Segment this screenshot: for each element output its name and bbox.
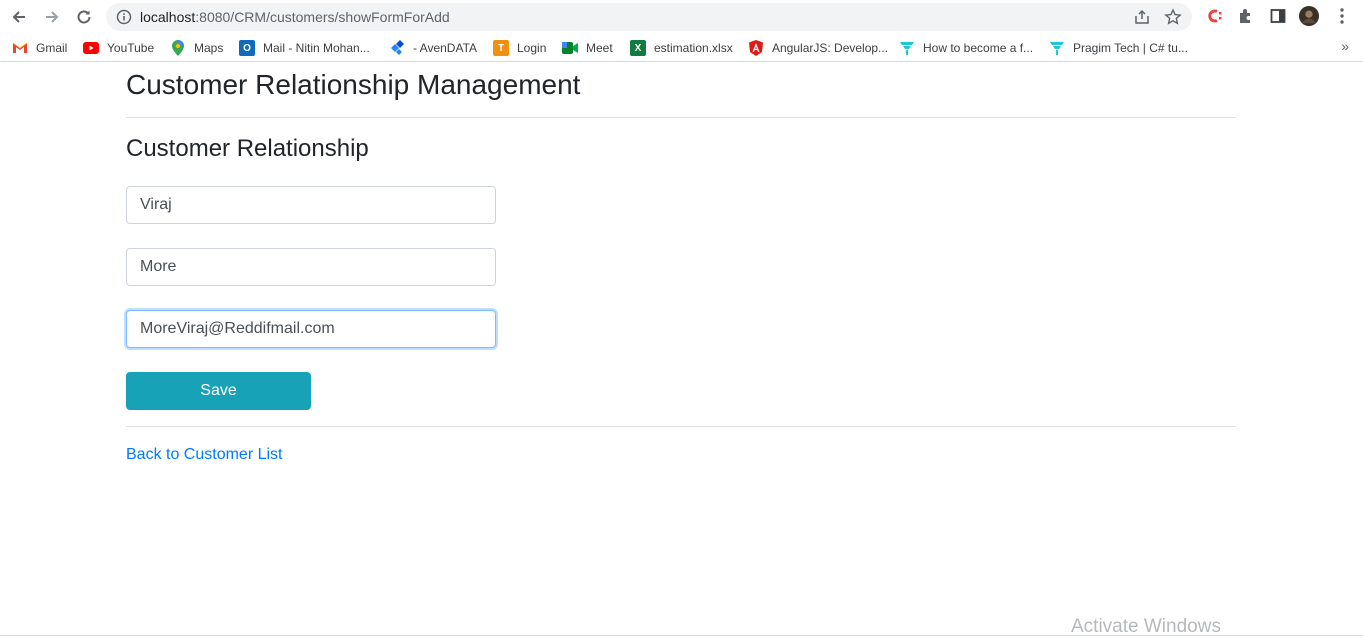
email-input[interactable]	[126, 310, 496, 348]
side-panel-icon[interactable]	[1268, 6, 1288, 26]
divider	[126, 117, 1236, 118]
bookmark-label: Pragim Tech | C# tu...	[1073, 41, 1188, 55]
url-path: :8080/CRM/customers/showFormForAdd	[195, 9, 450, 25]
bookmark-how-to-become[interactable]: How to become a f...	[899, 39, 1033, 57]
meet-icon	[562, 40, 578, 56]
bookmark-login[interactable]: T Login	[493, 39, 546, 57]
bookmark-estimation[interactable]: X estimation.xlsx	[630, 39, 733, 57]
reload-icon	[77, 10, 91, 24]
youtube-icon	[83, 40, 99, 56]
arrow-left-icon	[12, 11, 25, 23]
menu-kebab-icon[interactable]	[1332, 6, 1352, 26]
bookmark-gmail[interactable]: Gmail	[12, 39, 67, 57]
page-title: Customer Relationship Management	[126, 69, 581, 100]
outlook-icon: O	[239, 40, 255, 56]
bookmark-label: Mail - Nitin Mohan...	[263, 41, 370, 55]
bookmark-youtube[interactable]: YouTube	[83, 39, 154, 57]
star-icon[interactable]	[1164, 8, 1182, 26]
back-button[interactable]	[7, 5, 31, 29]
login-icon: T	[493, 40, 509, 56]
extensions-puzzle-icon[interactable]	[1236, 6, 1256, 26]
more-bookmarks-icon[interactable]: »	[1341, 38, 1349, 54]
bookmark-label: How to become a f...	[923, 41, 1034, 55]
bookmark-label: Meet	[586, 41, 613, 55]
site-info-icon[interactable]	[116, 9, 132, 25]
reload-button[interactable]	[72, 5, 96, 29]
bookmark-label: Login	[517, 41, 547, 55]
save-button[interactable]: Save	[126, 372, 311, 410]
arrow-right-icon	[46, 11, 59, 23]
bookmark-label: YouTube	[107, 41, 155, 55]
tech-icon	[899, 40, 915, 56]
first-name-input[interactable]	[126, 186, 496, 224]
tech-icon	[1049, 40, 1065, 56]
extension-c-icon[interactable]	[1204, 6, 1224, 26]
bookmark-maps[interactable]: Maps	[170, 39, 223, 57]
bookmark-mail[interactable]: O Mail - Nitin Mohan...	[239, 39, 370, 57]
excel-icon: X	[630, 40, 646, 56]
last-name-input[interactable]	[126, 248, 496, 286]
taskbar-edge	[0, 635, 1363, 636]
address-bar[interactable]: localhost:8080/CRM/customers/showFormFor…	[106, 3, 1192, 31]
gmail-icon	[12, 40, 28, 56]
form-heading: Customer Relationship	[126, 135, 369, 162]
bookmark-meet[interactable]: Meet	[562, 39, 613, 57]
bookmark-label: estimation.xlsx	[654, 41, 733, 55]
bookmark-label: - AvenDATA	[413, 41, 478, 55]
bookmark-avendata[interactable]: - AvenDATA	[389, 39, 477, 57]
url-host: localhost	[140, 9, 196, 25]
jira-icon	[389, 40, 405, 56]
bookmark-label: Maps	[194, 41, 224, 55]
bookmark-pragim[interactable]: Pragim Tech | C# tu...	[1049, 39, 1188, 57]
bookmark-label: AngularJS: Develop...	[772, 41, 889, 55]
share-icon[interactable]	[1133, 8, 1151, 26]
back-to-customer-list-link[interactable]: Back to Customer List	[126, 446, 283, 464]
bookmark-angularjs[interactable]: AngularJS: Develop...	[748, 39, 888, 57]
forward-button[interactable]	[40, 5, 64, 29]
divider	[126, 426, 1236, 427]
maps-icon	[170, 40, 186, 56]
page-content: Customer Relationship Management Custome…	[0, 67, 1363, 638]
bookmark-label: Gmail	[36, 41, 68, 55]
url-text: localhost:8080/CRM/customers/showFormFor…	[140, 9, 450, 25]
angular-icon	[748, 40, 764, 56]
profile-avatar[interactable]	[1299, 6, 1319, 26]
browser-toolbar: localhost:8080/CRM/customers/showFormFor…	[0, 0, 1363, 34]
bookmarks-bar: Gmail YouTube Maps O Mail - Nitin Mohan.…	[0, 34, 1363, 62]
